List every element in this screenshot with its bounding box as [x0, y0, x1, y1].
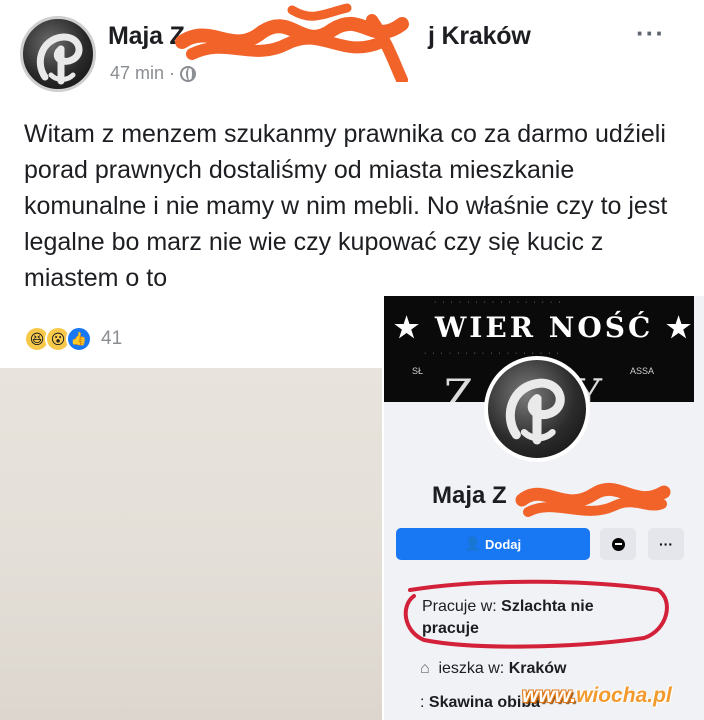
cover-side-text-left: SŁ [412, 366, 424, 376]
blank-photo-area [0, 368, 382, 720]
globe-icon [180, 65, 197, 82]
add-user-icon: 👤 [464, 536, 482, 551]
lives-label: ieszka w: [438, 660, 505, 677]
reactions-bar[interactable]: 😆 😮 👍 41 [24, 326, 122, 352]
redaction-scribble [175, 3, 409, 82]
post-more-button[interactable]: ··· [636, 18, 665, 49]
profile-more-button[interactable]: ··· [648, 528, 684, 560]
lives-info: ⌂ ieszka w: Kraków [420, 660, 567, 678]
home-icon: ⌂ [420, 660, 430, 677]
profile-name: Maja Z [432, 482, 507, 509]
kotwica-emblem-icon [505, 378, 565, 445]
watermark-prefix: www. [522, 684, 577, 707]
post-time[interactable]: 47 min [110, 63, 164, 84]
watermark-domain: wiocha.pl [576, 684, 672, 707]
message-button[interactable] [600, 528, 636, 560]
profile-redaction-scribble [515, 482, 671, 517]
post-text: Witam z menzem szukanmy prawnika co za d… [24, 120, 668, 292]
add-friend-label: Dodaj [485, 536, 522, 552]
profile-card: · · · · · · · · · · · · · · · · ★ WIER N… [384, 296, 704, 720]
work-label: Pracuje w: [422, 598, 497, 615]
post-card: Maja Z j Kraków 47 min · ··· Witam z men… [0, 0, 704, 352]
author-avatar[interactable] [20, 16, 96, 92]
like-icon: 👍 [66, 326, 92, 352]
post-author-name[interactable]: Maja Z j Kraków [108, 22, 531, 51]
cover-side-text-right: ASSA [630, 366, 655, 376]
relation-icon: : [420, 694, 425, 711]
work-info: Pracuje w: Szlachta nie pracuje [422, 596, 652, 640]
meta-separator: · [169, 63, 176, 83]
lives-value[interactable]: Kraków [509, 660, 567, 677]
site-watermark: www.wiocha.pl [522, 684, 672, 708]
post-meta: 47 min · [110, 63, 197, 84]
author-name-end: j Kraków [428, 22, 531, 50]
reaction-count: 41 [101, 328, 123, 349]
kotwica-emblem-icon [36, 33, 83, 85]
profile-avatar[interactable] [484, 356, 590, 462]
add-friend-button[interactable]: 👤 Dodaj [396, 528, 590, 560]
messenger-icon [611, 537, 625, 551]
author-name-start: Maja Z [108, 22, 185, 50]
cover-title: ★ WIER NOŚĆ ★ [394, 311, 694, 344]
cover-small-text: · · · · · · · · · · · · · · · · [434, 299, 563, 306]
